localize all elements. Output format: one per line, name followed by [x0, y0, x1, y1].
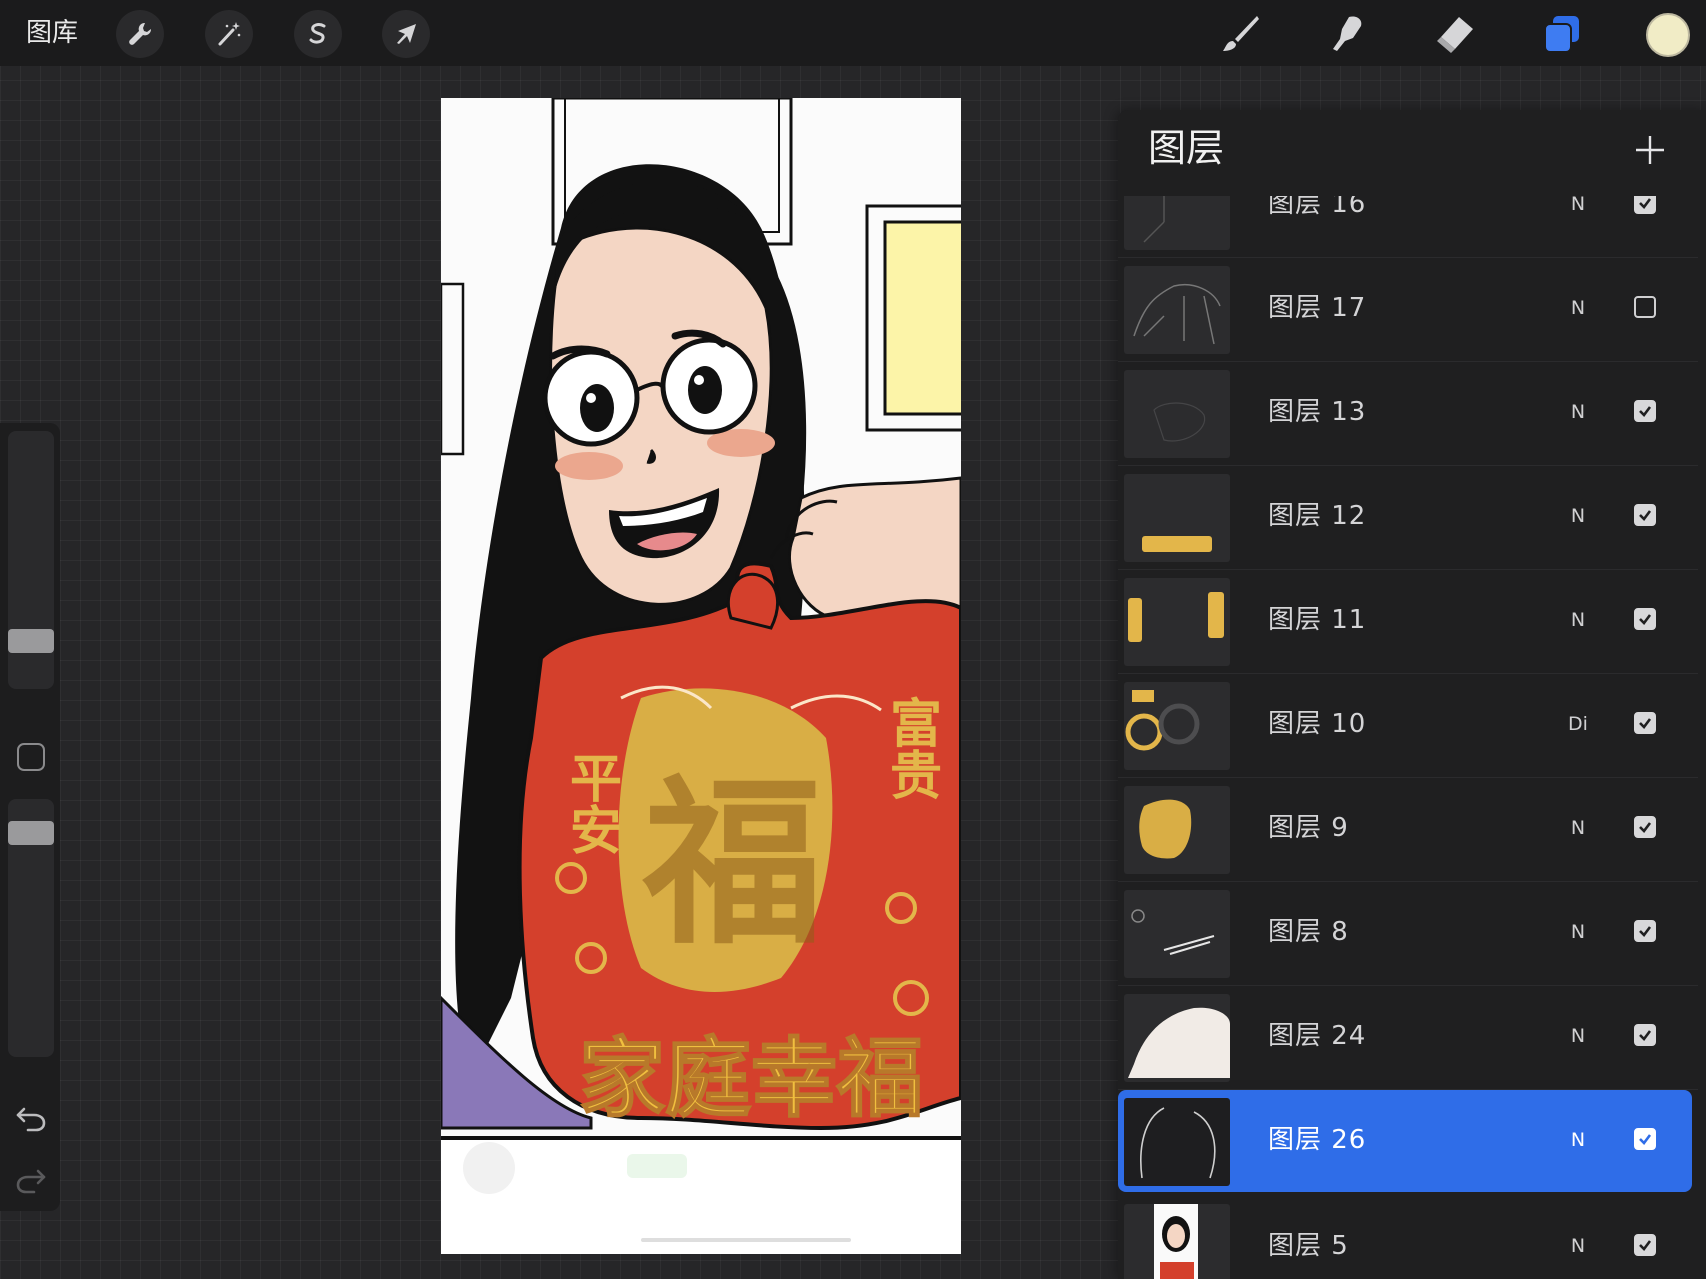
actions-button[interactable] — [116, 10, 164, 58]
checkmark-icon — [1639, 1134, 1652, 1145]
blend-mode[interactable]: N — [1558, 606, 1598, 634]
opacity-handle[interactable] — [8, 821, 54, 845]
layer-thumbnail — [1124, 682, 1230, 770]
artwork-illustration: 福 平安 富贵 家庭幸福 — [441, 98, 961, 1254]
add-layer-button[interactable] — [1626, 126, 1674, 174]
undo-icon[interactable] — [14, 1103, 48, 1133]
wrench-icon — [129, 22, 152, 45]
bag-left-text: 平安 — [561, 751, 622, 855]
gallery-button[interactable]: 图库 — [26, 16, 78, 50]
layer-row[interactable]: 图层 11 N — [1118, 570, 1698, 674]
checkmark-icon — [1639, 1240, 1652, 1251]
layer-row[interactable]: 图层 5 N — [1118, 1196, 1698, 1279]
arrow-cursor-icon — [397, 24, 416, 44]
layer-name: 图层 9 — [1268, 813, 1349, 843]
layer-name: 图层 26 — [1268, 1125, 1367, 1155]
layer-row[interactable]: 图层 12 N — [1118, 466, 1698, 570]
transform-button[interactable] — [382, 10, 430, 58]
layer-name: 图层 12 — [1268, 501, 1367, 531]
checkmark-icon — [1639, 614, 1652, 625]
blend-mode[interactable]: N — [1558, 918, 1598, 946]
adjustments-button[interactable] — [205, 10, 253, 58]
visibility-checkbox[interactable] — [1634, 1024, 1656, 1046]
visibility-checkbox[interactable] — [1634, 920, 1656, 942]
eraser-icon — [1437, 17, 1473, 53]
visibility-checkbox[interactable] — [1634, 1234, 1656, 1256]
layer-thumbnail — [1124, 890, 1230, 978]
bag-bottom-text: 家庭幸福 — [579, 1029, 923, 1129]
magic-wand-icon — [218, 22, 241, 46]
left-sidebar — [0, 423, 60, 1211]
layer-name: 图层 17 — [1268, 293, 1367, 323]
fu-character: 福 — [642, 758, 823, 969]
blend-mode[interactable]: N — [1558, 1126, 1598, 1154]
checkmark-icon — [1639, 510, 1652, 521]
smudge-button[interactable] — [1320, 8, 1372, 60]
layer-row[interactable]: 图层 10 Di — [1118, 674, 1698, 778]
layer-list[interactable]: 图层 16 N 图层 17 N 图层 13 N 图层 12 N 图层 11 N … — [1118, 110, 1706, 1279]
layer-name: 图层 24 — [1268, 1021, 1367, 1051]
procreate-screen: 图库 福 平安 富贵 家庭幸福 图层 16 N 图层 17 N 图层 13 N … — [0, 0, 1706, 1279]
brush-button[interactable] — [1214, 8, 1266, 60]
top-toolbar: 图库 — [0, 0, 1706, 66]
visibility-checkbox[interactable] — [1634, 296, 1656, 318]
visibility-checkbox[interactable] — [1634, 712, 1656, 734]
layer-thumbnail — [1124, 266, 1230, 354]
layer-name: 图层 13 — [1268, 397, 1367, 427]
blend-mode[interactable]: N — [1558, 502, 1598, 530]
layers-button[interactable] — [1536, 8, 1588, 60]
visibility-checkbox[interactable] — [1634, 1128, 1656, 1150]
layer-row[interactable]: 图层 8 N — [1118, 882, 1698, 986]
drawing-canvas[interactable]: 福 平安 富贵 家庭幸福 — [441, 98, 961, 1254]
yellow-frame — [883, 220, 961, 416]
bag-right-text: 富贵 — [881, 696, 942, 800]
layer-thumbnail — [1124, 474, 1230, 562]
layer-name: 图层 5 — [1268, 1231, 1349, 1261]
layer-name: 图层 11 — [1268, 605, 1367, 635]
layer-row[interactable]: 图层 17 N — [1118, 258, 1698, 362]
layer-name: 图层 10 — [1268, 709, 1367, 739]
layer-thumbnail — [1124, 1204, 1230, 1279]
visibility-checkbox[interactable] — [1634, 816, 1656, 838]
blend-mode[interactable]: N — [1558, 1232, 1598, 1260]
visibility-checkbox[interactable] — [1634, 504, 1656, 526]
checkmark-icon — [1639, 926, 1652, 937]
smudge-icon — [1333, 16, 1362, 52]
layer-thumbnail — [1124, 786, 1230, 874]
color-picker-button[interactable] — [1646, 13, 1690, 57]
layers-title: 图层 — [1148, 126, 1225, 170]
brush-size-handle[interactable] — [8, 629, 54, 653]
selection-button[interactable] — [294, 10, 342, 58]
layer-name: 图层 8 — [1268, 917, 1349, 947]
layer-row[interactable]: 图层 24 N — [1118, 986, 1698, 1090]
modify-button[interactable] — [17, 743, 45, 771]
layer-row-selected[interactable]: 图层 26 N — [1118, 1090, 1692, 1192]
layer-thumbnail — [1124, 994, 1230, 1082]
checkmark-icon — [1639, 198, 1652, 209]
layer-thumbnail — [1124, 1098, 1230, 1186]
blend-mode[interactable]: Di — [1558, 710, 1598, 738]
selection-s-icon — [309, 23, 326, 44]
checkmark-icon — [1639, 1030, 1652, 1041]
layer-row[interactable]: 图层 13 N — [1118, 362, 1698, 466]
visibility-checkbox[interactable] — [1634, 608, 1656, 630]
blend-mode[interactable]: N — [1558, 294, 1598, 322]
blend-mode[interactable]: N — [1558, 1022, 1598, 1050]
eraser-button[interactable] — [1428, 8, 1480, 60]
checkmark-icon — [1639, 406, 1652, 417]
blend-mode[interactable]: N — [1558, 398, 1598, 426]
plus-icon — [1636, 136, 1664, 164]
layer-thumbnail — [1124, 578, 1230, 666]
blend-mode[interactable]: N — [1558, 814, 1598, 842]
layer-row[interactable]: 图层 9 N — [1118, 778, 1698, 882]
visibility-checkbox[interactable] — [1634, 400, 1656, 422]
redo-icon[interactable] — [14, 1165, 48, 1195]
checkmark-icon — [1639, 718, 1652, 729]
layers-panel: 图层 16 N 图层 17 N 图层 13 N 图层 12 N 图层 11 N … — [1118, 110, 1706, 1279]
brush-icon — [1223, 16, 1259, 51]
layers-icon — [1544, 16, 1579, 53]
checkmark-icon — [1639, 822, 1652, 833]
layers-header: 图层 — [1118, 110, 1706, 196]
layer-thumbnail — [1124, 370, 1230, 458]
